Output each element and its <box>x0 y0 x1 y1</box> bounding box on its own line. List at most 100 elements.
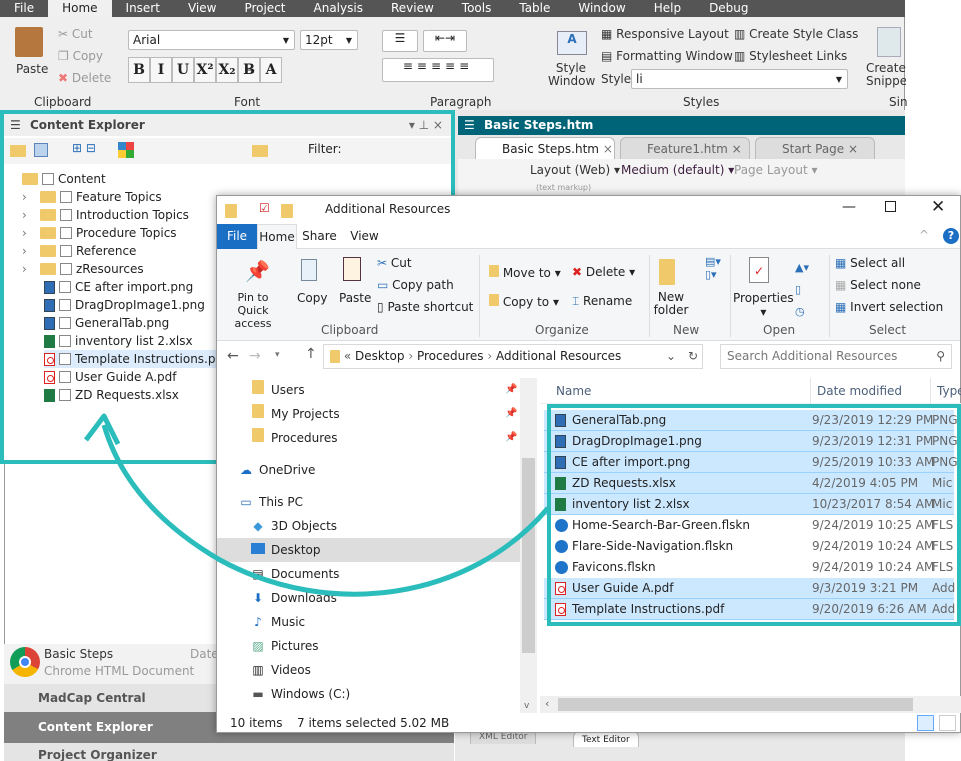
large-icons-view-button[interactable] <box>939 715 956 731</box>
menu-window[interactable]: Window <box>564 0 639 17</box>
font-format-button[interactable]: A <box>260 57 282 83</box>
file-row[interactable]: Flare-Side-Navigation.flskn 9/24/2019 10:… <box>544 536 954 557</box>
tab-basic-steps[interactable]: Basic Steps.htm × <box>475 137 615 159</box>
properties-icon[interactable]: ☑ <box>259 201 270 215</box>
tree-file[interactable]: CE after import.png <box>44 278 193 296</box>
checkbox[interactable] <box>42 173 54 185</box>
menu-file[interactable]: File <box>0 0 48 17</box>
indent-buttons[interactable]: ⇤⇥ <box>423 30 467 52</box>
menu-debug[interactable]: Debug <box>695 0 762 17</box>
breadcrumb-procedures[interactable]: Procedures <box>417 349 484 363</box>
expand-icon[interactable]: › <box>22 206 36 224</box>
refresh-icon[interactable]: ↻ <box>688 345 698 368</box>
up-button[interactable]: ↑ <box>305 346 317 362</box>
breadcrumb-additional-resources[interactable]: Additional Resources <box>496 349 621 363</box>
folder-icon[interactable] <box>10 145 26 157</box>
medium-select[interactable]: Medium (default) ▾ <box>621 163 734 177</box>
checkbox[interactable] <box>59 299 71 311</box>
font-format-button[interactable]: X² <box>194 57 216 83</box>
view-icon[interactable] <box>34 143 48 157</box>
tab-home[interactable]: Home <box>257 224 297 249</box>
cut-button[interactable]: ✂ Cut <box>58 27 93 41</box>
expand-icon[interactable]: › <box>22 224 36 242</box>
nav-scrollbar[interactable]: v <box>520 378 537 713</box>
file-row[interactable]: DragDropImage1.png 9/23/2019 12:31 PM PNG <box>544 431 958 452</box>
file-row[interactable]: User Guide A.pdf 9/3/2019 3:21 PM Add <box>544 578 955 599</box>
maximize-button[interactable] <box>885 201 896 212</box>
menu-review[interactable]: Review <box>377 0 448 17</box>
nav-item[interactable]: ◆ 3D Objects <box>217 514 522 538</box>
tree-file[interactable]: inventory list 2.xlsx <box>44 332 193 350</box>
nav-item[interactable]: Desktop <box>217 538 522 562</box>
close-icon[interactable]: × <box>603 142 613 156</box>
font-format-button[interactable]: U <box>172 57 194 83</box>
stylesheet-links-button[interactable]: ▥ Stylesheet Links <box>734 49 847 63</box>
column-name[interactable]: Name <box>556 384 591 398</box>
pin-icon[interactable]: 📌 <box>505 426 517 450</box>
paste-shortcut-button[interactable]: ▯ Paste shortcut <box>377 300 473 314</box>
copy-to-button[interactable]: Copy to ▾ <box>489 294 559 309</box>
tree-folder[interactable]: › Feature Topics <box>22 188 162 206</box>
menu-help[interactable]: Help <box>640 0 695 17</box>
scroll-left-icon[interactable]: ‹ <box>545 697 549 710</box>
tab-text-editor[interactable]: Text Editor <box>573 731 639 747</box>
close-icon[interactable]: × <box>848 142 858 156</box>
file-row[interactable]: inventory list 2.xlsx 10/23/2017 8:54 AM M… <box>544 494 954 515</box>
nav-item[interactable]: ▥ Videos <box>217 658 522 682</box>
nav-item[interactable]: ▭ This PC <box>217 490 522 514</box>
minimize-button[interactable]: — <box>842 199 856 215</box>
file-row[interactable]: Home-Search-Bar-Green.flskn 9/24/2019 10:… <box>544 515 954 536</box>
tree-folder[interactable]: › Introduction Topics <box>22 206 189 224</box>
move-to-button[interactable]: Move to ▾ <box>489 265 561 280</box>
nav-item[interactable]: Users 📌 <box>217 378 522 402</box>
checkbox[interactable] <box>59 335 71 347</box>
copy-button[interactable]: Copy <box>297 291 327 305</box>
responsive-layout-button[interactable]: ▦ Responsive Layout <box>601 27 729 41</box>
tree-folder[interactable]: › Procedure Topics <box>22 224 177 242</box>
menu-view[interactable]: View <box>174 0 230 17</box>
nav-item[interactable]: ♪ Music <box>217 610 522 634</box>
nav-item[interactable]: Procedures 📌 <box>217 426 522 450</box>
tree-folder[interactable]: › zResources <box>22 260 144 278</box>
page-layout-select[interactable]: Page Layout ▾ <box>734 163 818 177</box>
tab-view[interactable]: View <box>342 224 387 249</box>
chevron-down-icon[interactable]: ⌄ <box>666 345 676 368</box>
select-all-button[interactable]: ▦ Select all <box>835 256 905 270</box>
nav-item[interactable]: My Projects 📌 <box>217 402 522 426</box>
collapse-ribbon-icon[interactable]: ^ <box>919 228 929 242</box>
tree-file[interactable]: ZD Requests.xlsx <box>44 386 179 404</box>
rename-button[interactable]: ⌶ Rename <box>572 294 632 309</box>
panel-controls[interactable]: ▾ ⊥ × <box>409 114 443 136</box>
horizontal-scrollbar[interactable]: ‹ <box>540 696 961 713</box>
project-organizer-tab[interactable]: Project Organizer <box>4 743 454 761</box>
menu-icon[interactable]: ☰ <box>10 114 21 136</box>
menu-insert[interactable]: Insert <box>112 0 174 17</box>
menu-icon[interactable]: ☰ <box>464 116 475 135</box>
font-format-button[interactable]: B <box>128 57 150 83</box>
checkbox[interactable] <box>60 245 72 257</box>
tab-file[interactable]: File <box>217 224 257 249</box>
layout-select[interactable]: Layout (Web) ▾ <box>530 163 620 177</box>
checkbox[interactable] <box>60 209 72 221</box>
checkbox[interactable] <box>59 371 71 383</box>
menu-tools[interactable]: Tools <box>448 0 506 17</box>
checkbox[interactable] <box>59 317 71 329</box>
column-date-modified[interactable]: Date modified <box>817 384 902 398</box>
nav-item[interactable]: ☁ OneDrive <box>217 458 522 482</box>
create-style-class-button[interactable]: ▥ Create Style Class <box>734 27 858 41</box>
nav-item[interactable]: ▤ Documents <box>217 562 522 586</box>
delete-button[interactable]: ✖ Delete ▾ <box>572 265 635 279</box>
new-folder-icon[interactable] <box>252 145 268 157</box>
checkbox[interactable] <box>59 353 71 365</box>
help-icon[interactable]: ? <box>943 228 959 244</box>
align-buttons[interactable]: ≡≡≡≡≡ <box>382 58 494 82</box>
cut-button[interactable]: ✂ Cut <box>377 256 412 270</box>
checkbox[interactable] <box>60 227 72 239</box>
new-item-icon[interactable]: ▤▾ ▯▾ <box>705 255 721 281</box>
nav-item[interactable]: ▬ Windows (C:) <box>217 682 522 706</box>
file-row[interactable]: ZD Requests.xlsx 4/2/2019 4:05 PM Mic <box>544 473 954 494</box>
scrollbar-thumb[interactable] <box>558 698 913 711</box>
breadcrumb-desktop[interactable]: Desktop <box>355 349 405 363</box>
tree-file[interactable]: GeneralTab.png <box>44 314 169 332</box>
new-folder-icon[interactable] <box>281 204 293 218</box>
